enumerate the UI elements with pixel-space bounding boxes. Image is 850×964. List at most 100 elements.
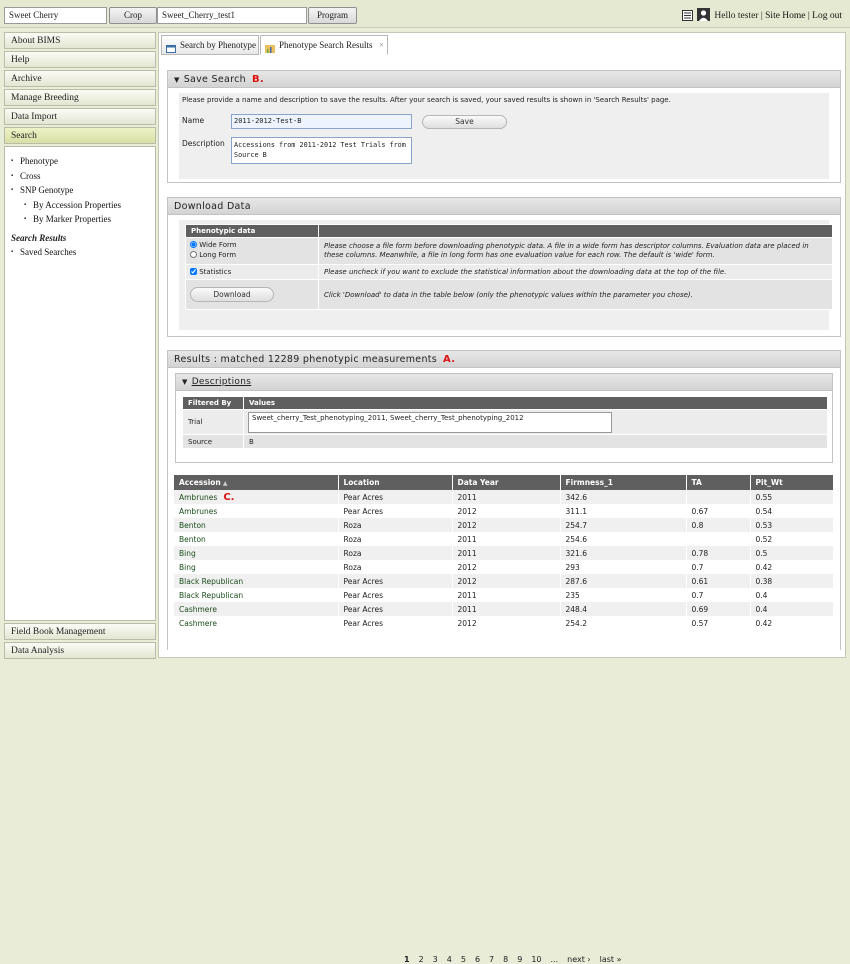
statistics-checkbox[interactable] [190,268,197,275]
table-cell[interactable]: Ambrunes [174,504,339,518]
accession-link[interactable]: Benton [179,521,206,530]
table-cell[interactable]: Cashmere [174,616,339,630]
cell-value: 2011 [457,604,477,614]
save-search-header[interactable]: ▼ Save Search B. [168,71,840,88]
table-cell[interactable]: Ambrunes C. [174,490,339,504]
sidebar-item-data-analysis[interactable]: Data Analysis [4,642,156,659]
column-header-pit-wt[interactable]: Pit_Wt [750,475,834,490]
collapse-icon: ▼ [174,76,180,84]
cell-value: 254.7 [565,520,587,530]
list-icon[interactable] [682,10,694,24]
column-header-firmness[interactable]: Firmness_1 [560,475,687,490]
next-page-link[interactable]: next › [567,955,590,964]
sidebar-item-manage-breeding[interactable]: Manage Breeding [4,89,156,106]
table-cell: 0.7 [686,588,751,602]
close-icon[interactable]: × [379,36,384,54]
accession-link[interactable]: Black Republican [179,577,243,586]
accession-link[interactable]: Black Republican [179,591,243,600]
cell-value: 321.6 [565,548,587,558]
by-accession-link[interactable]: By Accession Properties [33,200,121,210]
results-title: Results : matched 12289 phenotypic measu… [174,354,438,365]
sidebar-item-data-import[interactable]: Data Import [4,108,156,125]
by-marker-link[interactable]: By Marker Properties [33,214,111,224]
page-link[interactable]: 3 [433,955,438,964]
table-cell: 254.7 [560,518,687,532]
page-link[interactable]: 6 [475,955,480,964]
table-cell[interactable]: Benton [174,518,339,532]
accession-link[interactable]: Cashmere [179,619,217,628]
phenotype-link[interactable]: Phenotype [20,156,58,166]
trial-textarea[interactable]: Sweet_cherry_Test_phenotyping_2011, Swee… [248,411,612,433]
page-link[interactable]: 2 [419,955,424,964]
name-input[interactable]: 2011-2012-Test-B [231,114,412,129]
description-textarea[interactable]: Accessions from 2011-2012 Test Trials fr… [231,137,412,164]
snp-genotype-link[interactable]: SNP Genotype [20,185,73,195]
cell-value: 0.57 [691,618,709,628]
table-cell[interactable]: Cashmere [174,602,339,616]
descriptions-header[interactable]: ▼ Descriptions [176,374,832,391]
accession-link[interactable]: Cashmere [179,605,217,614]
cell-value: 0.54 [755,506,773,516]
column-header-accession[interactable]: Accession ▲ [174,475,339,490]
table-row: Benton Roza 2011 254.6 0.52 [174,532,834,546]
cross-link[interactable]: Cross [20,171,41,181]
accession-link[interactable]: Bing [179,549,196,558]
save-instructions: Please provide a name and description to… [182,96,671,104]
table-cell[interactable]: Black Republican [174,588,339,602]
cell-value: 2012 [457,618,477,628]
table-cell: 0.57 [686,616,751,630]
user-menu: Hello tester | Site Home | Log out [682,8,842,24]
page-link[interactable]: 10 [531,955,541,964]
sort-asc-icon[interactable]: ▲ [221,480,228,487]
tab-phenotype-search-results[interactable]: Phenotype Search Results × [260,35,388,55]
table-cell: 2011 [452,532,561,546]
long-form-radio[interactable] [190,251,197,258]
table-cell[interactable]: Benton [174,532,339,546]
page-link[interactable]: 9 [517,955,522,964]
filtered-by-header: Filtered By [182,396,244,410]
crop-field[interactable]: Sweet Cherry [4,7,107,24]
column-header-location[interactable]: Location [338,475,453,490]
table-cell: 254.6 [560,532,687,546]
page-link[interactable]: 4 [447,955,452,964]
program-button[interactable]: Program [308,7,357,24]
user-icon[interactable] [697,8,711,24]
crop-button[interactable]: Crop [109,7,157,24]
table-cell[interactable]: Bing [174,560,339,574]
accession-link[interactable]: Ambrunes [179,493,217,502]
logout-link[interactable]: Log out [812,11,842,21]
table-cell[interactable]: Black Republican [174,574,339,588]
sidebar-item-search[interactable]: Search [4,127,156,144]
phenotypic-data-header: Phenotypic data [185,224,319,238]
download-button[interactable]: Download [190,287,274,302]
sidebar-item-field-book[interactable]: Field Book Management [4,623,156,640]
table-cell[interactable]: Bing [174,546,339,560]
saved-searches-link[interactable]: Saved Searches [20,247,76,257]
cell-value: 0.7 [691,562,704,572]
sidebar-item-archive[interactable]: Archive [4,70,156,87]
save-button[interactable]: Save [422,115,507,129]
page-link[interactable]: 5 [461,955,466,964]
accession-link[interactable]: Ambrunes [179,507,217,516]
search-results-heading: Search Results [11,232,67,243]
program-field[interactable]: Sweet_Cherry_test1 [157,7,307,24]
page-link[interactable]: 7 [489,955,494,964]
accession-link[interactable]: Bing [179,563,196,572]
window-icon [166,41,176,53]
current-page[interactable]: 1 [404,955,410,964]
cell-value: 0.69 [691,604,709,614]
sidebar-item-about[interactable]: About BIMS [4,32,156,49]
source-value: B [243,434,828,449]
accession-link[interactable]: Benton [179,535,206,544]
table-cell: 2011 [452,588,561,602]
last-page-link[interactable]: last » [600,955,622,964]
column-header-ta[interactable]: TA [686,475,751,490]
page-link[interactable]: 8 [503,955,508,964]
site-home-link[interactable]: Site Home [765,11,805,21]
column-header-data-year[interactable]: Data Year [452,475,561,490]
cell-value: 342.6 [565,492,587,502]
sidebar-item-help[interactable]: Help [4,51,156,68]
tab-search-by-phenotype[interactable]: Search by Phenotype [161,35,259,55]
download-header[interactable]: Download Data [168,198,840,215]
wide-form-radio[interactable] [190,241,197,248]
